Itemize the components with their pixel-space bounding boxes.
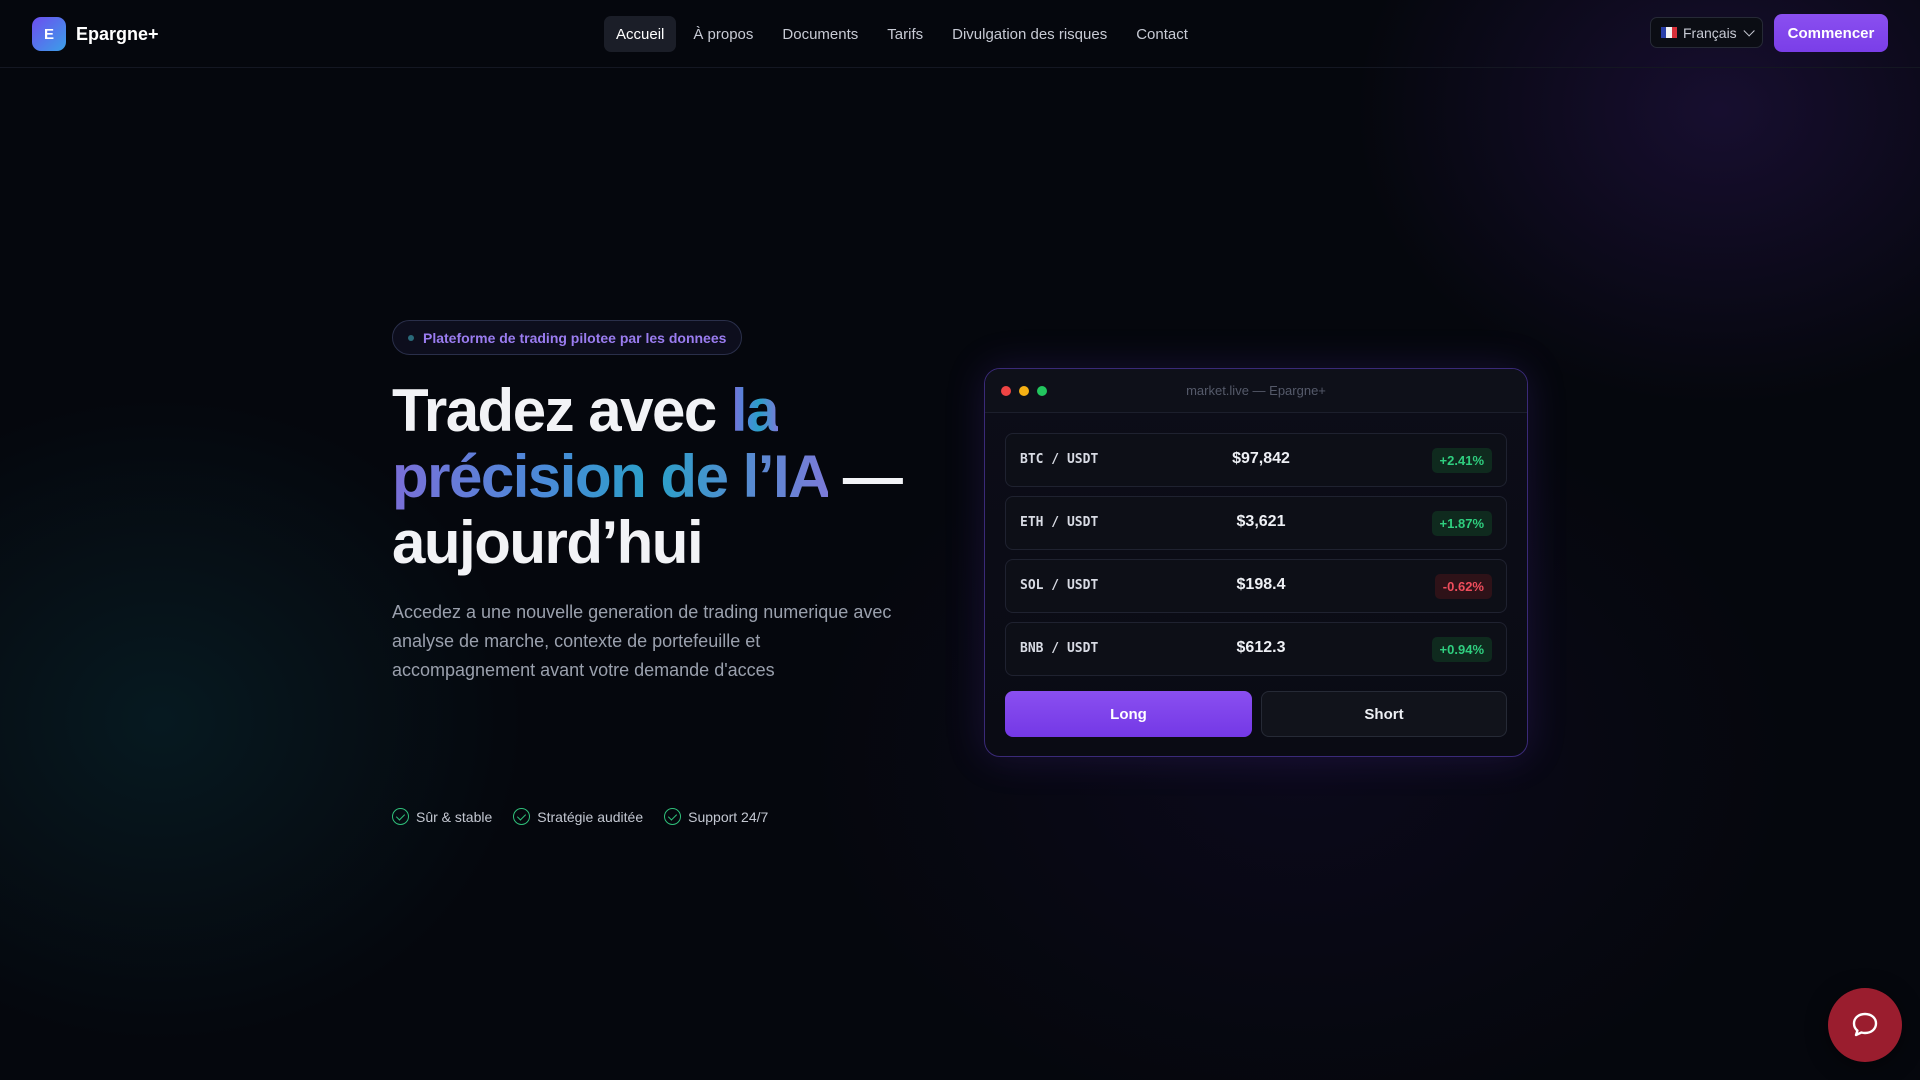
headline-accent-1: la	[730, 377, 780, 444]
nav-item-divulgation-risques[interactable]: Divulgation des risques	[940, 16, 1119, 52]
market-price: $3,621	[1236, 513, 1286, 530]
language-selector[interactable]: Français	[1650, 17, 1763, 48]
market-pair: ETH / USDT	[1020, 515, 1099, 530]
brand-mark-icon: E	[32, 17, 66, 51]
france-flag-icon	[1661, 27, 1677, 38]
market-row[interactable]: BNB / USDT $612.3 +0.94%	[1005, 622, 1507, 676]
market-change-badge: +2.41%	[1431, 448, 1492, 473]
market-row[interactable]: ETH / USDT $3,621 +1.87%	[1005, 496, 1507, 550]
hero-subtitle: Accedez a une nouvelle generation de tra…	[392, 602, 892, 680]
language-label: Français	[1683, 24, 1737, 41]
brand-logo[interactable]: E Epargne+	[32, 17, 159, 51]
trust-item-audited: Stratégie auditée	[513, 808, 643, 825]
hero-badge-label: Plateforme de trading pilotee par les do…	[423, 329, 727, 346]
trust-label: Stratégie auditée	[537, 808, 644, 825]
market-price: $97,842	[1232, 450, 1290, 467]
trust-item-support: Support 24/7	[664, 808, 768, 825]
badge-dot-icon	[408, 334, 414, 341]
headline-part-1: Tradez avec	[392, 377, 731, 444]
market-pair: BNB / USDT	[1020, 641, 1099, 656]
headline-accent-2: précision de l’IA	[392, 443, 829, 510]
trust-item-safe: Sûr & stable	[392, 808, 492, 825]
market-pair: BTC / USDT	[1020, 452, 1099, 467]
check-circle-icon	[513, 808, 531, 825]
market-change-badge: +0.94%	[1431, 637, 1492, 662]
market-price: $198.4	[1236, 576, 1286, 593]
headline-part-3: aujourd’hui	[392, 509, 704, 576]
check-circle-icon	[392, 808, 409, 825]
market-row[interactable]: BTC / USDT $97,842 +2.41%	[1005, 433, 1507, 487]
headline-part-2: —	[827, 443, 903, 510]
market-change-badge: +1.87%	[1431, 511, 1492, 536]
top-navbar: E Epargne+ Accueil À propos Documents Ta…	[0, 0, 1920, 68]
market-price: $612.3	[1236, 639, 1286, 656]
page-background	[0, 0, 1920, 1080]
long-button[interactable]: Long	[1005, 691, 1252, 737]
short-button[interactable]: Short	[1261, 691, 1507, 737]
hero-headline: Tradez avec la précision de l’IA — aujou…	[392, 378, 912, 576]
trust-label: Support 24/7	[688, 808, 769, 825]
market-live-card: market.live — Epargne+ BTC / USDT $97,84…	[984, 368, 1528, 757]
get-started-button[interactable]: Commencer	[1774, 14, 1888, 52]
brand-name: Epargne+	[76, 23, 159, 44]
market-change-badge: -0.62%	[1434, 574, 1492, 599]
market-pair: SOL / USDT	[1020, 578, 1099, 593]
nav-item-a-propos[interactable]: À propos	[681, 16, 765, 52]
chat-launcher-button[interactable]	[1828, 988, 1902, 1062]
main-menu: Accueil À propos Documents Tarifs Divulg…	[604, 16, 1205, 52]
window-title: market.live — Epargne+	[1186, 383, 1326, 398]
trust-label: Sûr & stable	[416, 808, 493, 825]
trust-indicators: Sûr & stable Stratégie auditée Support 2…	[392, 808, 789, 825]
check-circle-icon	[664, 808, 682, 825]
hero-badge: Plateforme de trading pilotee par les do…	[392, 320, 743, 355]
nav-item-documents[interactable]: Documents	[770, 16, 870, 52]
nav-item-contact[interactable]: Contact	[1124, 16, 1200, 52]
window-titlebar: market.live — Epargne+	[985, 369, 1527, 413]
nav-item-tarifs[interactable]: Tarifs	[875, 16, 935, 52]
chat-bubble-icon	[1852, 1012, 1878, 1037]
market-row[interactable]: SOL / USDT $198.4 -0.62%	[1005, 559, 1507, 613]
nav-item-accueil[interactable]: Accueil	[604, 16, 677, 52]
chevron-down-icon	[1743, 24, 1755, 37]
